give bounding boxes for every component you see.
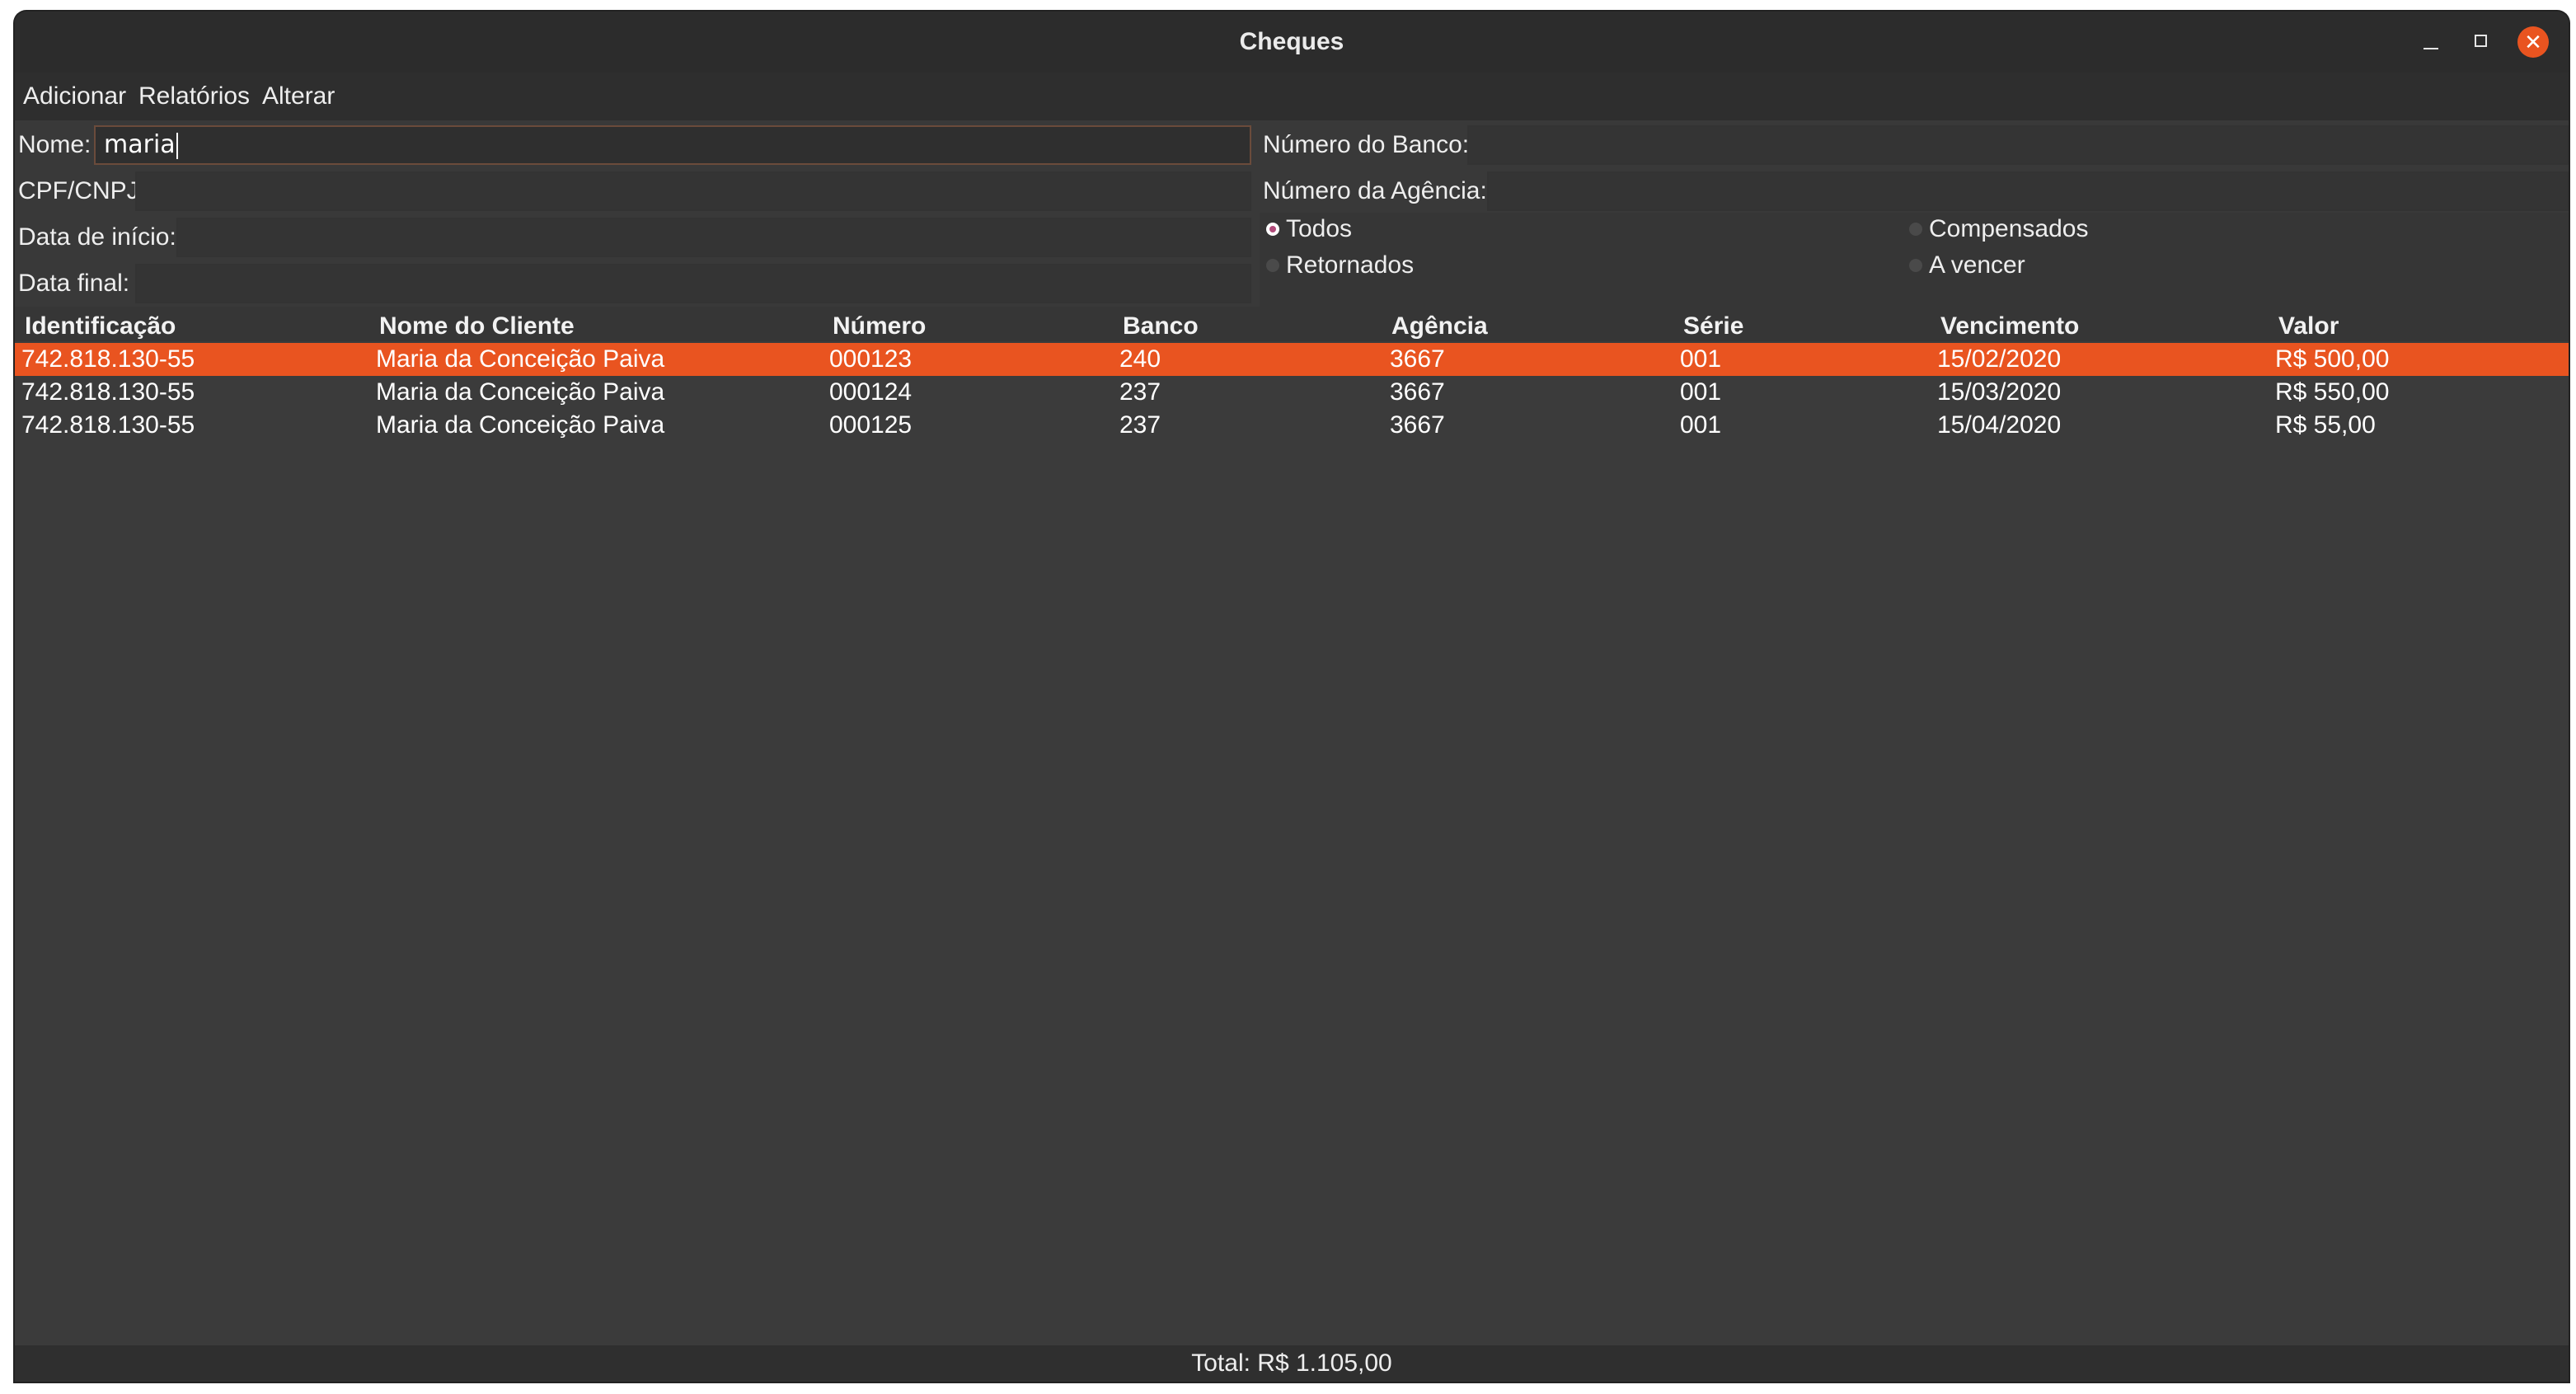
column-header-numero[interactable]: Número [833, 307, 926, 341]
cell-identificacao: 742.818.130-55 [21, 378, 195, 406]
cell-serie: 001 [1680, 345, 1722, 373]
nome-value: maria [104, 130, 176, 159]
column-header-valor[interactable]: Valor [2278, 307, 2339, 341]
cell-agencia: 3667 [1390, 378, 1445, 406]
minimize-icon[interactable] [2415, 26, 2447, 58]
cell-banco: 237 [1119, 411, 1161, 439]
cell-valor: R$ 55,00 [2275, 411, 2376, 439]
table-row[interactable]: 742.818.130-55 Maria da Conceição Paiva … [15, 376, 2569, 409]
radio-unselected-icon [1909, 223, 1922, 236]
radio-unselected-icon [1266, 259, 1279, 272]
data-final-label: Data final: [18, 270, 130, 297]
cell-nome-cliente: Maria da Conceição Paiva [376, 378, 665, 406]
data-final-input[interactable] [135, 264, 1251, 303]
cell-numero: 000125 [829, 411, 913, 439]
column-header-identificacao[interactable]: Identificação [25, 307, 176, 341]
status-filter-group: Todos Compensados Retornados A vencer [1260, 213, 2569, 310]
data-inicio-label: Data de início: [18, 223, 176, 251]
menu-alterar[interactable]: Alterar [262, 73, 335, 120]
cell-valor: R$ 500,00 [2275, 345, 2390, 373]
nome-input[interactable]: maria [94, 125, 1251, 165]
total-label: Total: R$ 1.105,00 [1191, 1349, 1392, 1377]
column-header-vencimento[interactable]: Vencimento [1940, 307, 2079, 341]
menu-bar: Adicionar Relatórios Alterar [15, 73, 2569, 120]
numero-banco-label: Número do Banco: [1263, 131, 1470, 158]
cell-vencimento: 15/02/2020 [1937, 345, 2062, 373]
cell-banco: 237 [1119, 378, 1161, 406]
cell-serie: 001 [1680, 411, 1722, 439]
radio-selected-icon [1266, 223, 1279, 236]
column-header-serie[interactable]: Série [1683, 307, 1743, 341]
table-header: Identificação Nome do Cliente Número Ban… [15, 307, 2569, 341]
cell-banco: 240 [1119, 345, 1161, 373]
filter-form: Nome: maria CPF/CNPJ: Data de início: Da… [15, 120, 2569, 310]
menu-adicionar[interactable]: Adicionar [23, 73, 126, 120]
nome-label: Nome: [18, 131, 91, 158]
cell-agencia: 3667 [1390, 411, 1445, 439]
numero-agencia-label: Número da Agência: [1263, 177, 1487, 204]
radio-unselected-icon [1909, 259, 1922, 272]
cpf-label: CPF/CNPJ: [18, 177, 147, 204]
maximize-icon[interactable] [2466, 26, 2498, 58]
numero-banco-input[interactable] [1467, 125, 2569, 165]
window-title: Cheques [1239, 28, 1344, 55]
column-header-nome-cliente[interactable]: Nome do Cliente [379, 307, 575, 341]
cell-nome-cliente: Maria da Conceição Paiva [376, 411, 665, 439]
total-status-bar: Total: R$ 1.105,00 [15, 1345, 2569, 1382]
table-row[interactable]: 742.818.130-55 Maria da Conceição Paiva … [15, 409, 2569, 442]
cell-vencimento: 15/04/2020 [1937, 411, 2062, 439]
cell-nome-cliente: Maria da Conceição Paiva [376, 345, 665, 373]
title-bar[interactable]: Cheques ✕ [15, 12, 2569, 73]
table-row[interactable]: 742.818.130-55 Maria da Conceição Paiva … [15, 343, 2569, 376]
cell-numero: 000123 [829, 345, 913, 373]
cell-identificacao: 742.818.130-55 [21, 411, 195, 439]
cell-vencimento: 15/03/2020 [1937, 378, 2062, 406]
cell-numero: 000124 [829, 378, 913, 406]
close-icon[interactable]: ✕ [2517, 26, 2549, 58]
app-window: Cheques ✕ Adicionar Relatórios Alterar N… [15, 12, 2569, 1382]
cell-serie: 001 [1680, 378, 1722, 406]
numero-agencia-input[interactable] [1487, 171, 2569, 211]
cell-agencia: 3667 [1390, 345, 1445, 373]
data-inicio-input[interactable] [176, 218, 1251, 257]
cell-valor: R$ 550,00 [2275, 378, 2390, 406]
menu-relatorios[interactable]: Relatórios [138, 73, 250, 120]
cpf-input[interactable] [135, 171, 1251, 211]
column-header-banco[interactable]: Banco [1123, 307, 1199, 341]
cheques-table: Identificação Nome do Cliente Número Ban… [15, 307, 2569, 1354]
column-header-agencia[interactable]: Agência [1391, 307, 1488, 341]
cell-identificacao: 742.818.130-55 [21, 345, 195, 373]
